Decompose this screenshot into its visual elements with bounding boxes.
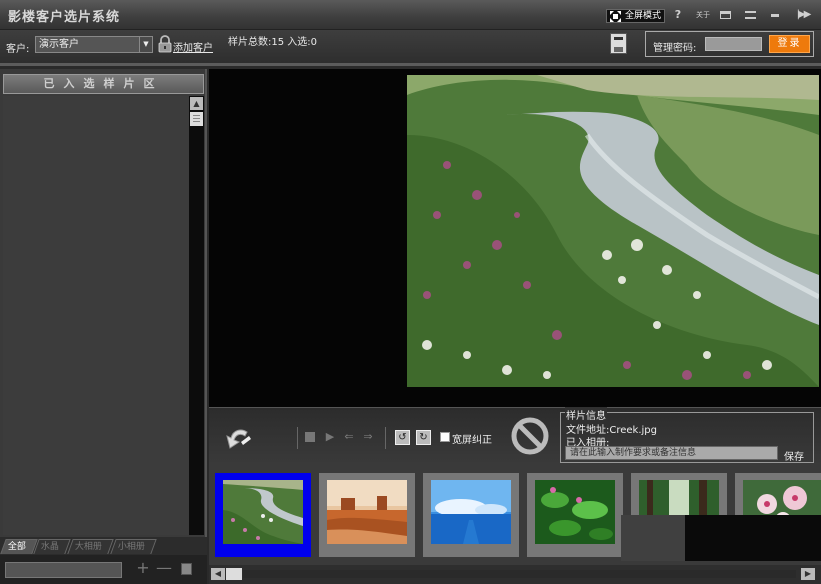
scroll-up-icon[interactable]: ▲ (190, 97, 203, 110)
thumbnail-image (327, 480, 407, 544)
separator (385, 427, 386, 449)
play-icon[interactable]: ▶ (324, 431, 336, 443)
horizontal-scrollbar[interactable]: ◀ ▶ (209, 565, 821, 584)
app-title: 影楼客户选片系统 (8, 10, 121, 25)
about-button[interactable]: 关于 (695, 8, 711, 22)
scrollbar-track[interactable] (243, 570, 796, 578)
toolbar: 客户: 演示客户 ▼ 添加客户 样片总数:15 入选:0 管理密码: 登录 (0, 30, 821, 66)
plus-icon[interactable]: + (135, 560, 151, 576)
title-bar: 影楼客户选片系统 全屏模式 ? 关于 |▶▶ (0, 0, 821, 30)
separator (297, 427, 298, 449)
save-button[interactable]: 保存 (784, 448, 804, 463)
client-select-value: 演示客户 (39, 39, 79, 50)
prohibit-delete-icon[interactable] (510, 416, 550, 456)
exit-arrows-icon[interactable]: |▶▶ (791, 8, 815, 22)
next-arrow-icon[interactable]: ⇒ (362, 431, 374, 443)
widescreen-label: 宽屏纠正 (452, 435, 492, 446)
restore-window-icon[interactable] (720, 8, 733, 22)
thumbnail-leaves[interactable] (527, 473, 623, 557)
login-button[interactable]: 登录 (769, 35, 810, 53)
admin-login-box: 管理密码: 登录 (645, 31, 814, 57)
thumbnail-image (431, 480, 511, 544)
sample-info-box: 样片信息 文件地址:Creek.jpg 已入相册: 请在此输入制作要求或备注信息… (560, 407, 814, 463)
panel-title: 已入选样片区 (3, 74, 204, 94)
fullscreen-label: 全屏模式 (625, 11, 662, 21)
client-select[interactable]: 演示客户 ▼ (35, 36, 153, 53)
fullscreen-icon (610, 11, 621, 22)
selected-samples-list[interactable] (3, 96, 189, 535)
stop-icon[interactable] (304, 431, 316, 443)
app-window: 影楼客户选片系统 全屏模式 ? 关于 |▶▶ 客户: 演示客户 ▼ 添加客户 样… (0, 0, 821, 584)
scrollbar-thumb[interactable] (226, 568, 242, 580)
layout-icon[interactable] (745, 8, 758, 22)
client-label: 客户: (6, 44, 30, 55)
note-input[interactable]: 请在此输入制作要求或备注信息 (565, 446, 778, 460)
info-title: 样片信息 (565, 407, 607, 422)
admin-password-label: 管理密码: (653, 43, 697, 54)
thumbnail-image (223, 480, 303, 544)
chevron-down-icon: ▼ (139, 37, 152, 52)
rotate-right-icon[interactable]: ↻ (416, 430, 431, 445)
thumbnail-placeholder (621, 515, 685, 561)
sample-stats: 样片总数:15 入选:0 (228, 37, 318, 48)
viewer-controls: ▶ ⇐ ⇒ ↺ ↻ 宽屏纠正 样片信息 文件地址:Creek.jpg 已入相册:… (209, 407, 821, 465)
thumbnail-ocean[interactable] (423, 473, 519, 557)
minus-icon[interactable]: — (156, 560, 172, 576)
vertical-scrollbar[interactable]: ▲ (189, 96, 204, 535)
fullscreen-button[interactable]: 全屏模式 (606, 9, 666, 23)
thumbnail-desert[interactable] (319, 473, 415, 557)
left-bottom-bar: + — (0, 555, 207, 584)
scroll-left-icon[interactable]: ◀ (211, 568, 225, 580)
scrollbar-thumb[interactable] (190, 112, 203, 126)
thumbnail-placeholder (685, 515, 821, 561)
tab-all[interactable]: 全部 (0, 539, 38, 554)
thumbnail-creek[interactable] (215, 473, 311, 557)
widescreen-checkbox[interactable] (440, 432, 450, 442)
thumbnail-image (535, 480, 615, 544)
rotate-left-icon[interactable]: ↺ (395, 430, 410, 445)
help-icon[interactable]: ? (673, 8, 683, 22)
tab-crystal[interactable]: 水晶 (33, 539, 71, 554)
floppy-disk-icon[interactable] (610, 33, 627, 54)
lock-icon (158, 35, 172, 53)
photo-viewer[interactable] (209, 69, 821, 407)
scroll-right-icon[interactable]: ▶ (801, 568, 815, 580)
add-client-link[interactable]: 添加客户 (173, 39, 213, 54)
floppy-disk-icon[interactable] (181, 563, 192, 575)
album-name-input[interactable] (5, 562, 122, 578)
previous-arrow-icon[interactable]: ⇐ (343, 431, 355, 443)
selected-samples-panel: 已入选样片区 ▲ 全部 水晶 大相册 小相册 + — (0, 69, 207, 584)
minimize-icon[interactable] (771, 8, 781, 22)
tab-large-album[interactable]: 大相册 (67, 539, 114, 554)
admin-password-input[interactable] (705, 37, 762, 51)
rotate-back-icon[interactable] (223, 424, 253, 454)
preview-image (407, 75, 819, 387)
filter-tabs: 全部 水晶 大相册 小相册 (0, 537, 207, 555)
tab-small-album[interactable]: 小相册 (110, 539, 157, 554)
thumbnail-strip (209, 465, 821, 565)
